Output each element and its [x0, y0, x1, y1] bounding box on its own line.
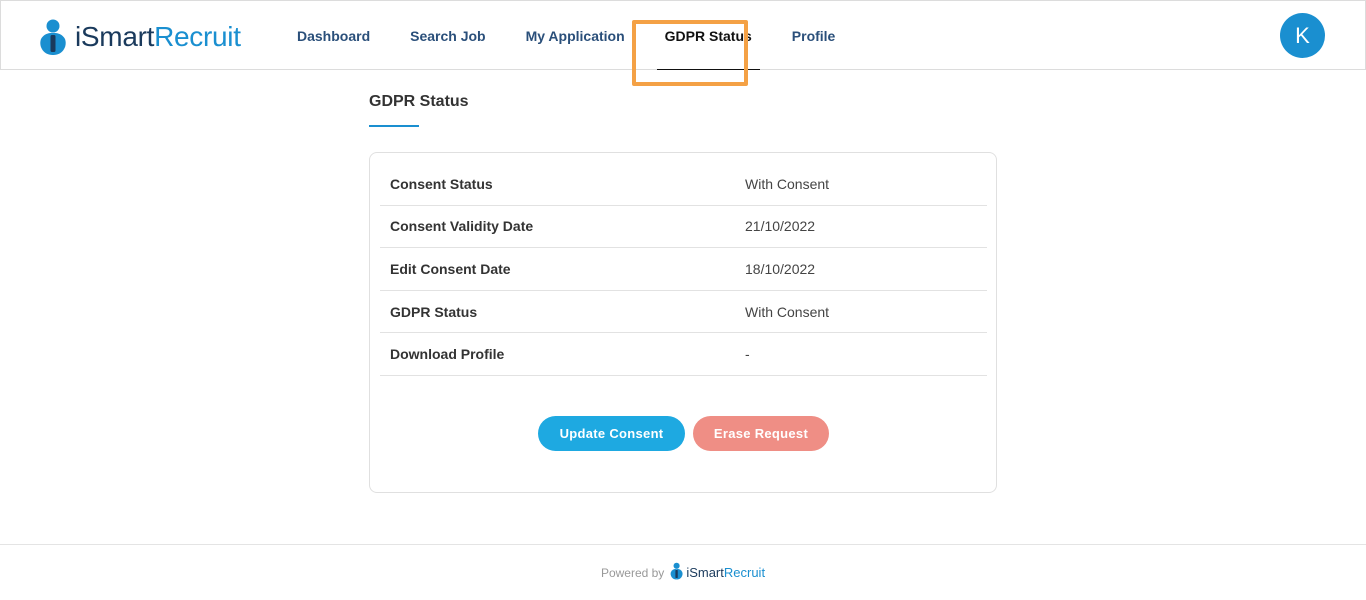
row-label: GDPR Status [390, 303, 478, 320]
footer-logo-person-icon [670, 562, 686, 583]
brand-smart: Smart [80, 21, 155, 52]
logo-person-icon [39, 18, 73, 56]
row-label: Consent Status [390, 175, 493, 192]
footer-brand-recruit: Recruit [723, 565, 766, 580]
row-value: With Consent [745, 303, 830, 320]
row-label: Download Profile [390, 346, 505, 363]
footer-brand-smart: Smart [689, 565, 724, 580]
brand-recruit: Recruit [154, 21, 241, 52]
table-row: Edit Consent Date 18/10/2022 [380, 248, 987, 291]
erase-request-button[interactable]: Erase Request [693, 416, 829, 451]
row-value: 21/10/2022 [745, 218, 816, 235]
table-row: Consent Validity Date 21/10/2022 [380, 206, 987, 249]
table-row: Download Profile - [380, 333, 987, 376]
page-title: GDPR Status [369, 93, 469, 110]
nav-my-application[interactable]: My Application [506, 1, 645, 71]
row-label: Edit Consent Date [390, 260, 511, 277]
nav-profile[interactable]: Profile [772, 1, 856, 71]
page-footer: Powered by i Smart Recruit [0, 544, 1366, 600]
main-nav: Dashboard Search Job My Application GDPR… [277, 1, 855, 71]
footer-powered-by: Powered by i Smart Recruit [601, 562, 765, 583]
top-header: iSmartRecruit Dashboard Search Job My Ap… [0, 0, 1366, 70]
update-consent-button[interactable]: Update Consent [538, 416, 685, 451]
powered-by-text: Powered by [600, 565, 665, 580]
nav-search-job[interactable]: Search Job [390, 1, 505, 71]
brand-logo[interactable]: iSmartRecruit [39, 17, 241, 57]
nav-dashboard[interactable]: Dashboard [277, 1, 390, 71]
row-value: 18/10/2022 [745, 260, 816, 277]
row-value[interactable]: - [745, 346, 750, 362]
brand-wordmark: iSmartRecruit [75, 23, 241, 51]
table-row: Consent Status With Consent [380, 163, 987, 206]
footer-logo[interactable]: i Smart Recruit [670, 562, 765, 583]
table-row: GDPR Status With Consent [380, 291, 987, 334]
user-avatar[interactable]: K [1280, 13, 1325, 58]
gdpr-details-table: Consent Status With Consent Consent Vali… [380, 163, 987, 376]
row-value: With Consent [745, 175, 830, 192]
nav-gdpr-status[interactable]: GDPR Status [651, 1, 766, 71]
gdpr-details-card: Consent Status With Consent Consent Vali… [369, 152, 997, 493]
row-label: Consent Validity Date [390, 218, 534, 235]
title-underline [369, 125, 419, 127]
